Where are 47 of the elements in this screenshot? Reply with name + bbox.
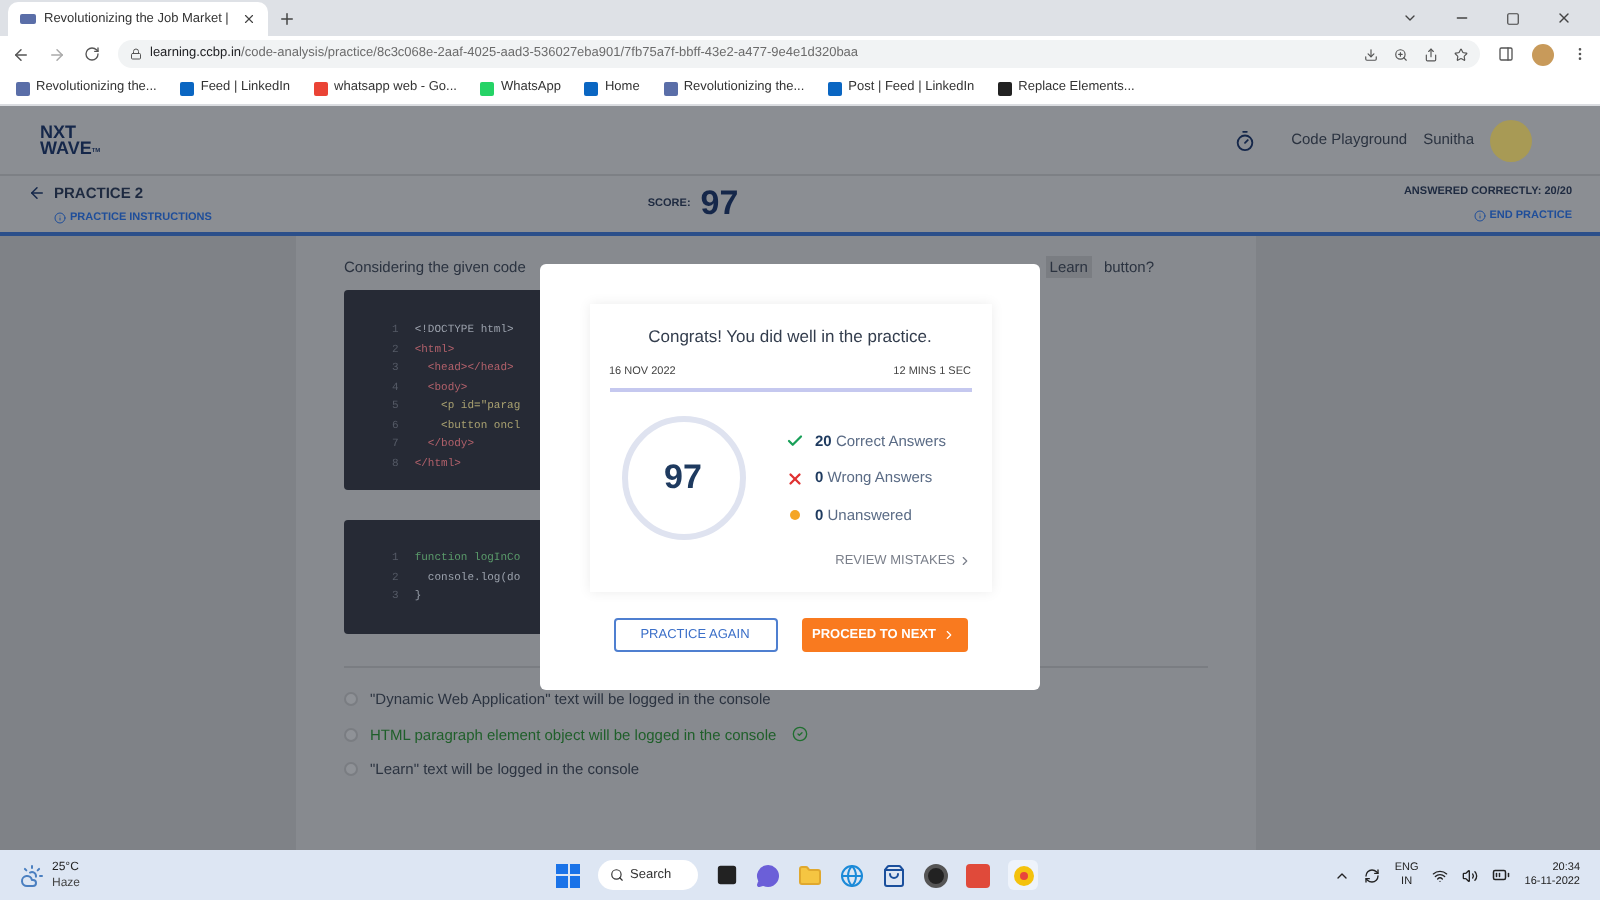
search-icon [610,868,624,882]
app-icon[interactable] [966,863,990,887]
maximize-icon[interactable] [1506,11,1520,25]
windows-start-icon[interactable] [556,863,580,887]
browser-icon[interactable] [840,863,864,887]
check-icon [785,432,803,451]
lock-icon [130,48,142,60]
volume-icon[interactable] [1462,867,1479,883]
back-arrow-icon[interactable] [28,184,46,203]
favicon-icon [828,81,843,95]
side-panel-icon[interactable] [1498,46,1514,62]
profile-avatar[interactable] [1532,43,1554,65]
close-icon[interactable] [1556,10,1572,26]
wifi-icon[interactable] [1432,867,1449,883]
score-ring: 97 [621,416,745,540]
reload-icon[interactable] [84,46,100,62]
close-icon[interactable] [242,12,256,26]
chevron-right-icon [942,628,956,642]
favicon-icon [584,81,599,95]
share-icon[interactable] [1424,47,1438,61]
round-app-icon[interactable] [924,863,948,887]
new-tab-icon[interactable] [278,10,296,28]
chevron-down-icon[interactable] [1402,10,1418,26]
score-value: 97 [700,182,739,227]
bookmark-star-icon[interactable] [1454,47,1468,61]
chat-icon[interactable] [756,863,780,887]
back-icon[interactable] [12,45,30,63]
cross-icon [785,469,803,487]
weather-icon[interactable] [20,863,44,887]
info-icon [54,211,66,224]
favicon-icon [314,81,329,95]
install-icon[interactable] [1364,47,1378,61]
task-view-icon[interactable] [716,864,738,886]
battery-icon[interactable] [1492,866,1511,884]
favicon-icon [16,81,30,95]
zoom-icon[interactable] [1394,47,1408,61]
favicon-icon [663,81,678,95]
favicon-icon [480,81,495,95]
sync-icon[interactable] [1364,867,1381,883]
site-icon [20,14,36,24]
favicon-icon [998,81,1013,95]
timer-icon[interactable] [1233,129,1256,151]
favicon-icon [180,81,195,95]
congrats-heading: Congrats! You did well in the practice. [646,324,934,350]
store-icon[interactable] [882,863,906,887]
chevron-right-icon [957,554,971,569]
info-icon [1473,209,1486,222]
